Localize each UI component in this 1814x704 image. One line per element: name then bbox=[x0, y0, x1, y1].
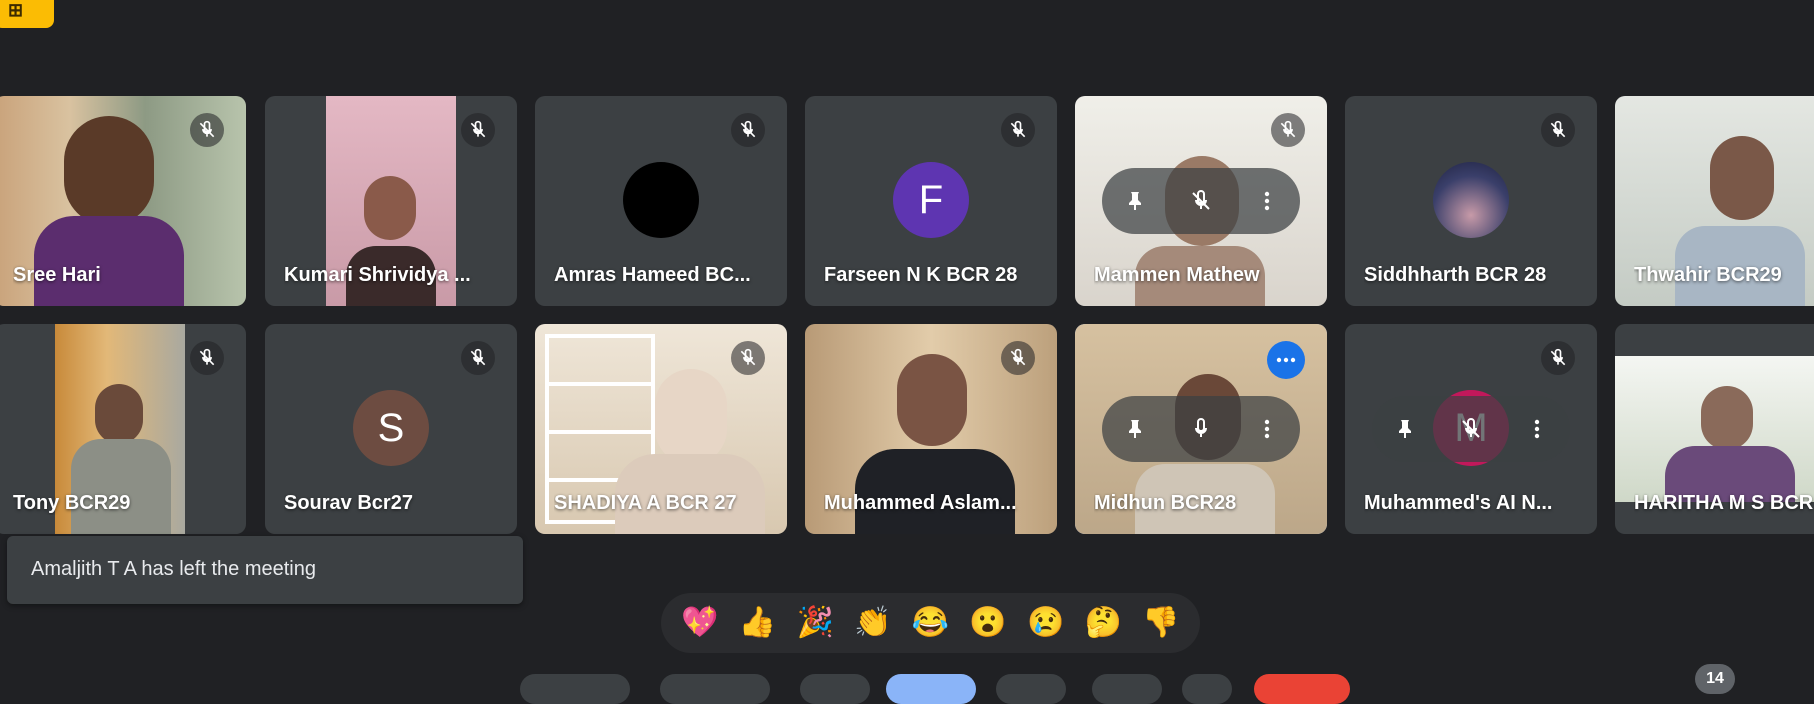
layout-icon: ⊞ bbox=[8, 0, 24, 20]
more-vert-icon bbox=[1534, 419, 1540, 439]
toast-message: Amaljith T A has left the meeting bbox=[31, 558, 316, 580]
pin-icon bbox=[1129, 420, 1141, 438]
mic-off-icon bbox=[1462, 418, 1480, 438]
participant-name: Muhammed's AI N... bbox=[1364, 492, 1553, 514]
participant-count-badge[interactable]: 14 bbox=[1695, 664, 1735, 694]
participant-name: Mammen Mathew bbox=[1094, 264, 1260, 286]
reactions-bar: 💖 👍 🎉 👏 😂 😮 😢 🤔 👎 bbox=[661, 593, 1200, 653]
reaction-thumbs-down[interactable]: 👎 bbox=[1139, 601, 1183, 645]
mic-off-icon bbox=[1541, 341, 1575, 375]
more-options-button[interactable] bbox=[1514, 406, 1560, 452]
participant-tile-tony[interactable]: Tony BCR29 bbox=[0, 324, 246, 534]
more-options-button[interactable] bbox=[1182, 674, 1232, 704]
more-options-button[interactable] bbox=[1267, 341, 1305, 379]
participant-tile-muhammed-aslam[interactable]: Muhammed Aslam... bbox=[805, 324, 1057, 534]
participant-name: HARITHA M S BCR bbox=[1634, 492, 1814, 514]
participant-name: Thwahir BCR29 bbox=[1634, 264, 1782, 286]
participant-name: SHADIYA A BCR 27 bbox=[554, 492, 737, 514]
captions-button[interactable] bbox=[800, 674, 870, 704]
pin-icon bbox=[1399, 420, 1411, 438]
reaction-clapping[interactable]: 👏 bbox=[851, 601, 895, 645]
participant-tile-shadiya[interactable]: SHADIYA A BCR 27 bbox=[535, 324, 787, 534]
participant-tile-thwahir[interactable]: Thwahir BCR29 bbox=[1615, 96, 1814, 306]
pin-icon bbox=[1129, 192, 1141, 210]
participant-tile-midhun[interactable]: Midhun BCR28 bbox=[1075, 324, 1327, 534]
participant-name: Sourav Bcr27 bbox=[284, 492, 413, 514]
mic-off-icon bbox=[1001, 113, 1035, 147]
participant-tile-siddhharth[interactable]: Siddhharth BCR 28 bbox=[1345, 96, 1597, 306]
participant-tile-muhammeds-ai[interactable]: M Muhammed's AI N... bbox=[1345, 324, 1597, 534]
camera-toggle-button[interactable] bbox=[660, 674, 770, 704]
reaction-party-popper[interactable]: 🎉 bbox=[793, 601, 837, 645]
participant-name: Muhammed Aslam... bbox=[824, 492, 1017, 514]
mic-off-icon bbox=[731, 341, 765, 375]
tile-controls bbox=[1102, 396, 1300, 462]
participant-tile-haritha[interactable]: HARITHA M S BCR bbox=[1615, 324, 1814, 534]
participant-name: Midhun BCR28 bbox=[1094, 492, 1237, 514]
pin-button[interactable] bbox=[1382, 406, 1428, 452]
avatar bbox=[1433, 162, 1509, 238]
mic-off-icon bbox=[1541, 113, 1575, 147]
reaction-tears-of-joy[interactable]: 😂 bbox=[908, 601, 952, 645]
mic-off-icon bbox=[1192, 190, 1210, 210]
avatar bbox=[623, 162, 699, 238]
more-options-button[interactable] bbox=[1244, 178, 1290, 224]
participant-tile-mammen-mathew[interactable]: Mammen Mathew bbox=[1075, 96, 1327, 306]
notification-toast: Amaljith T A has left the meeting bbox=[7, 536, 523, 604]
participant-tile-kumari-shrividya[interactable]: Kumari Shrividya ... bbox=[265, 96, 517, 306]
participant-tile-farseen[interactable]: F Farseen N K BCR 28 bbox=[805, 96, 1057, 306]
avatar: F bbox=[893, 162, 969, 238]
participant-name: Farseen N K BCR 28 bbox=[824, 264, 1018, 286]
participant-name: Tony BCR29 bbox=[13, 492, 131, 514]
reaction-thinking[interactable]: 🤔 bbox=[1081, 601, 1125, 645]
participant-tile-sree-hari[interactable]: Sree Hari bbox=[0, 96, 246, 306]
leave-call-button[interactable] bbox=[1254, 674, 1350, 704]
tile-controls bbox=[1102, 168, 1300, 234]
participant-name: Kumari Shrividya ... bbox=[284, 264, 471, 286]
pin-button[interactable] bbox=[1112, 178, 1158, 224]
mic-off-icon bbox=[190, 341, 224, 375]
raise-hand-button[interactable] bbox=[1092, 674, 1162, 704]
mic-off-icon bbox=[731, 113, 765, 147]
more-options-button[interactable] bbox=[1244, 406, 1290, 452]
participant-name: Sree Hari bbox=[13, 264, 101, 286]
avatar: S bbox=[353, 390, 429, 466]
participant-tile-amras-hameed[interactable]: Amras Hameed BC... bbox=[535, 96, 787, 306]
participant-video bbox=[1615, 356, 1814, 502]
mic-off-icon bbox=[461, 113, 495, 147]
reaction-sparkling-heart[interactable]: 💖 bbox=[678, 601, 722, 645]
tile-controls bbox=[1372, 396, 1570, 462]
participant-name: Siddhharth BCR 28 bbox=[1364, 264, 1547, 286]
reaction-crying[interactable]: 😢 bbox=[1024, 601, 1068, 645]
control-bar bbox=[0, 674, 1814, 704]
reaction-surprised[interactable]: 😮 bbox=[966, 601, 1010, 645]
mute-button[interactable] bbox=[1448, 406, 1494, 452]
more-vert-icon bbox=[1264, 191, 1270, 211]
mic-off-icon bbox=[1001, 341, 1035, 375]
present-button[interactable] bbox=[996, 674, 1066, 704]
more-vert-icon bbox=[1264, 419, 1270, 439]
layout-button[interactable]: ⊞ bbox=[0, 0, 54, 28]
reactions-button[interactable] bbox=[886, 674, 976, 704]
mic-toggle-button[interactable] bbox=[520, 674, 630, 704]
mic-off-icon bbox=[190, 113, 224, 147]
participant-name: Amras Hameed BC... bbox=[554, 264, 751, 286]
participant-tile-sourav[interactable]: S Sourav Bcr27 bbox=[265, 324, 517, 534]
mic-icon bbox=[1195, 418, 1207, 437]
pin-button[interactable] bbox=[1112, 406, 1158, 452]
reaction-thumbs-up[interactable]: 👍 bbox=[735, 601, 779, 645]
mic-off-icon bbox=[1271, 113, 1305, 147]
mic-off-icon bbox=[461, 341, 495, 375]
mute-button[interactable] bbox=[1178, 178, 1224, 224]
more-horiz-icon bbox=[1276, 357, 1296, 363]
mic-button[interactable] bbox=[1178, 406, 1224, 452]
